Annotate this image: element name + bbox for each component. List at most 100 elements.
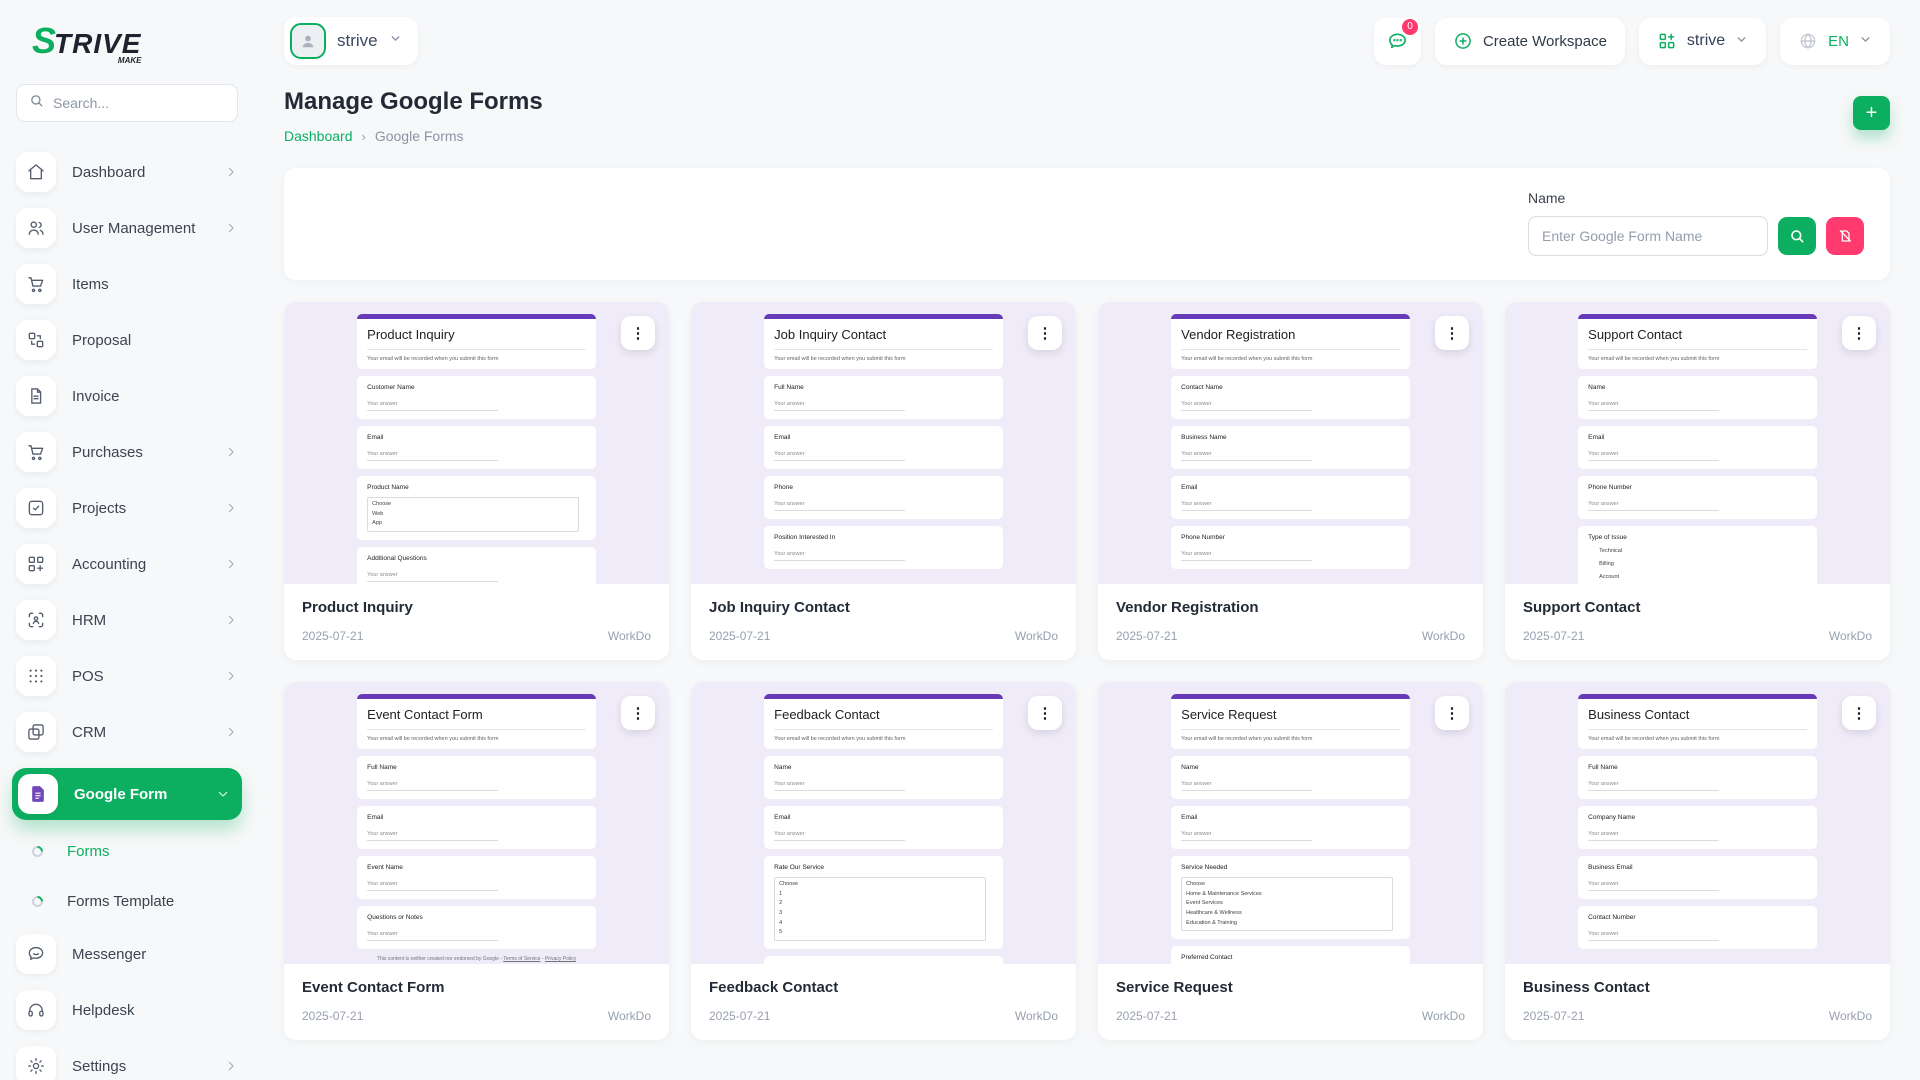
strive-logo[interactable]: STRIVE MAKE: [32, 20, 141, 65]
card-menu-button[interactable]: ⋮: [1842, 316, 1876, 350]
add-form-button[interactable]: +: [1853, 96, 1890, 130]
chevron-right-icon: [224, 445, 238, 459]
google-form-icon: [28, 784, 48, 804]
preview-field: Contact NumberYour answer: [1578, 906, 1817, 949]
preview-field: Full NameYour answer: [1578, 756, 1817, 799]
page-title: Manage Google Forms: [284, 88, 543, 116]
sidebar-item-user-management[interactable]: User Management: [16, 208, 238, 248]
sidebar-item-purchases[interactable]: Purchases: [16, 432, 238, 472]
sidebar-item-accounting[interactable]: Accounting: [16, 544, 238, 584]
card-footer: Job Inquiry Contact 2025-07-21 WorkDo: [691, 584, 1076, 660]
sidebar-item-label: POS: [72, 668, 224, 685]
sidebar-search[interactable]: [16, 84, 238, 122]
preview-field: Additional QuestionsYour answer: [357, 547, 596, 584]
card-menu-button[interactable]: ⋮: [621, 316, 655, 350]
card-menu-button[interactable]: ⋮: [1028, 696, 1062, 730]
filter-reset-button[interactable]: [1826, 217, 1864, 255]
sidebar-item-hrm[interactable]: HRM: [16, 600, 238, 640]
sidebar-subitem-forms-template[interactable]: Forms Template: [32, 884, 238, 918]
preview-field: What Can We ImproveYour answer: [764, 956, 1003, 964]
card-owner: WorkDo: [1422, 629, 1465, 643]
form-preview[interactable]: Event Contact Form Your email will be re…: [284, 682, 669, 964]
card-date: 2025-07-21: [1116, 1009, 1177, 1023]
breadcrumb-dashboard-link[interactable]: Dashboard: [284, 128, 353, 144]
preview-field: NameYour answer: [1578, 376, 1817, 419]
form-preview[interactable]: Business Contact Your email will be reco…: [1505, 682, 1890, 964]
form-card: Event Contact Form Your email will be re…: [284, 682, 669, 1040]
card-owner: WorkDo: [1015, 629, 1058, 643]
sidebar-nav: Dashboard User Management Items Proposal…: [16, 152, 238, 1080]
card-menu-button[interactable]: ⋮: [1028, 316, 1062, 350]
chevron-right-icon: [224, 165, 238, 179]
card-title: Support Contact: [1523, 599, 1872, 616]
card-footer: Feedback Contact 2025-07-21 WorkDo: [691, 964, 1076, 1040]
preview-fields: Full NameYour answerCompany NameYour ans…: [1578, 756, 1817, 949]
preview-field: Service NeededChooseHome & Maintenance S…: [1171, 856, 1410, 939]
sidebar-item-settings[interactable]: Settings: [16, 1046, 238, 1080]
sidebar-item-helpdesk[interactable]: Helpdesk: [16, 990, 238, 1030]
preview-form-title: Support Contact: [1588, 327, 1807, 350]
kebab-menu-icon: ⋮: [1445, 326, 1460, 341]
preview-fields: NameYour answerEmailYour answerService N…: [1171, 756, 1410, 964]
sidebar-item-invoice[interactable]: Invoice: [16, 376, 238, 416]
users-icon: [26, 218, 46, 238]
card-footer: Support Contact 2025-07-21 WorkDo: [1505, 584, 1890, 660]
disclaimer-link[interactable]: Terms of Service: [503, 956, 540, 962]
card-menu-button[interactable]: ⋮: [1435, 696, 1469, 730]
preview-field: EmailYour answer: [357, 426, 596, 469]
form-card: Feedback Contact Your email will be reco…: [691, 682, 1076, 1040]
sidebar-item-label: User Management: [72, 220, 224, 237]
sidebar-item-pos[interactable]: POS: [16, 656, 238, 696]
preview-field: Product NameChooseWebApp: [357, 476, 596, 540]
form-name-input[interactable]: [1528, 216, 1768, 256]
language-selector[interactable]: EN: [1780, 18, 1890, 65]
form-preview[interactable]: Feedback Contact Your email will be reco…: [691, 682, 1076, 964]
sidebar-item-crm[interactable]: CRM: [16, 712, 238, 752]
preview-fields: Full NameYour answerEmailYour answerPhon…: [764, 376, 1003, 569]
sidebar-item-google-form[interactable]: Google Form: [12, 768, 242, 820]
preview-field: Phone NumberYour answer: [1171, 526, 1410, 569]
form-card: Business Contact Your email will be reco…: [1505, 682, 1890, 1040]
form-preview[interactable]: Service Request Your email will be recor…: [1098, 682, 1483, 964]
sidebar-item-proposal[interactable]: Proposal: [16, 320, 238, 360]
preview-form-title: Feedback Contact: [774, 707, 993, 730]
card-footer: Event Contact Form 2025-07-21 WorkDo: [284, 964, 669, 1040]
preview-field: Business EmailYour answer: [1578, 856, 1817, 899]
chevron-right-icon: [224, 1059, 238, 1073]
form-card: Vendor Registration Your email will be r…: [1098, 302, 1483, 660]
sidebar-subitem-forms[interactable]: Forms: [32, 834, 238, 868]
sidebar-item-dashboard[interactable]: Dashboard: [16, 152, 238, 192]
sidebar-item-projects[interactable]: Projects: [16, 488, 238, 528]
globe-icon: [1798, 31, 1818, 51]
workspace-selector[interactable]: strive: [1639, 18, 1766, 65]
preview-form-description: Your email will be recorded when you sub…: [774, 356, 993, 362]
card-footer: Service Request 2025-07-21 WorkDo: [1098, 964, 1483, 1040]
sidebar-item-items[interactable]: Items: [16, 264, 238, 304]
form-preview[interactable]: Product Inquiry Your email will be recor…: [284, 302, 669, 584]
disclaimer-link[interactable]: Privacy Policy: [545, 956, 576, 962]
filter-search-button[interactable]: [1778, 217, 1816, 255]
form-preview[interactable]: Vendor Registration Your email will be r…: [1098, 302, 1483, 584]
search-input[interactable]: [53, 95, 225, 111]
card-menu-button[interactable]: ⋮: [1435, 316, 1469, 350]
form-preview-paper: Vendor Registration Your email will be r…: [1171, 314, 1410, 584]
workspace-pill[interactable]: strive: [284, 17, 418, 65]
topbar-actions: 0 Create Workspace strive EN: [1374, 18, 1890, 65]
form-preview-paper: Product Inquiry Your email will be recor…: [357, 314, 596, 584]
sidebar-item-messenger[interactable]: Messenger: [16, 934, 238, 974]
sidebar-item-label: Purchases: [72, 444, 224, 461]
sidebar-item-label: Settings: [72, 1058, 224, 1075]
plus-circle-icon: [1453, 31, 1473, 51]
form-preview[interactable]: Support Contact Your email will be recor…: [1505, 302, 1890, 584]
card-owner: WorkDo: [608, 1009, 651, 1023]
language-label: EN: [1828, 33, 1849, 50]
messages-button[interactable]: 0: [1374, 18, 1421, 65]
create-workspace-button[interactable]: Create Workspace: [1435, 18, 1625, 65]
card-menu-button[interactable]: ⋮: [1842, 696, 1876, 730]
chevron-down-icon: [216, 787, 230, 801]
card-menu-button[interactable]: ⋮: [621, 696, 655, 730]
preview-field: Contact NameYour answer: [1171, 376, 1410, 419]
card-owner: WorkDo: [1422, 1009, 1465, 1023]
form-preview[interactable]: Job Inquiry Contact Your email will be r…: [691, 302, 1076, 584]
sidebar-subitem-label: Forms: [67, 843, 110, 860]
